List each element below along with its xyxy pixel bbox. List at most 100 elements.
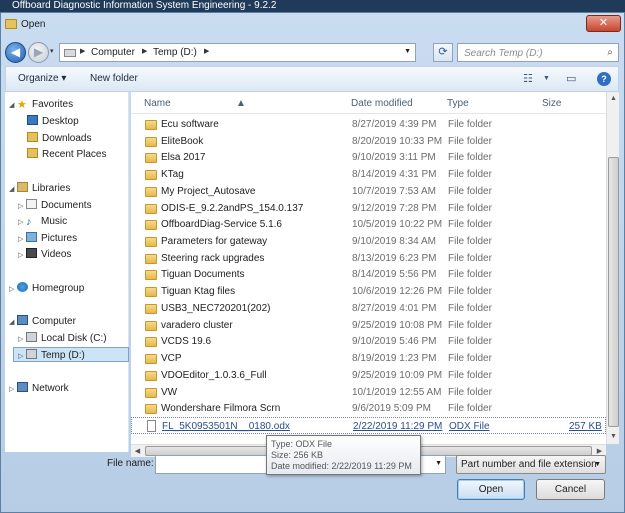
tree-favorites[interactable]: ◢ ★ Favorites [9, 97, 73, 112]
file-date: 8/27/2019 4:39 PM [352, 119, 437, 130]
file-date: 9/10/2019 5:46 PM [352, 336, 437, 348]
open-button[interactable]: Open [457, 479, 525, 500]
table-row[interactable]: FL_5K0953501N__0180.odx 2/22/2019 11:29 P… [131, 416, 606, 434]
arrow-left-icon: ◀ [10, 45, 21, 59]
folder-icon [145, 354, 157, 365]
file-date: 9/25/2019 10:08 PM [352, 319, 443, 331]
expand-icon[interactable]: ◢ [9, 315, 17, 330]
column-date-modified[interactable]: Date modified [351, 98, 413, 109]
expand-icon[interactable]: ◢ [9, 182, 17, 197]
tree-desktop[interactable]: Desktop [27, 114, 79, 129]
folder-icon [145, 253, 157, 264]
table-row[interactable]: Wondershare Filmora Scrn 9/6/2019 5:09 PM… [131, 400, 606, 417]
preview-pane-icon[interactable]: ▭ [566, 72, 576, 85]
tree-documents[interactable]: ▷ Documents [18, 198, 92, 213]
table-row[interactable]: ODIS-E_9.2.2andPS_154.0.137 9/12/2019 7:2… [131, 200, 606, 217]
help-icon[interactable]: ? [597, 72, 611, 86]
tree-downloads[interactable]: Downloads [27, 131, 91, 146]
chevron-down-icon[interactable]: ▼ [435, 460, 442, 467]
file-date: 2/22/2019 11:29 PM [353, 420, 443, 432]
breadcrumb-temp[interactable]: Temp (D:) [153, 47, 197, 58]
file-type-filter[interactable]: Part number and file extension ▼ [456, 455, 606, 474]
back-button[interactable]: ◀ [5, 42, 26, 63]
table-row[interactable]: USB3_NEC720201(202) 8/27/2019 4:01 PM File… [131, 300, 606, 317]
expand-icon[interactable]: ▷ [18, 215, 26, 230]
close-button[interactable]: ✕ [586, 15, 621, 32]
table-row[interactable]: Parameters for gateway 9/10/2019 8:34 AM F… [131, 233, 606, 250]
table-row[interactable]: Elsa 2017 9/10/2019 3:11 PM File folder [131, 149, 606, 166]
scroll-down-icon[interactable]: ▼ [607, 430, 620, 444]
address-bar[interactable]: ▶ Computer ▶ Temp (D:) ▶ ▼ [59, 43, 416, 62]
chevron-down-icon[interactable]: ▼ [543, 75, 550, 82]
chevron-right-icon[interactable]: ▶ [142, 47, 147, 55]
tree-libraries[interactable]: ◢ Libraries [9, 181, 70, 196]
forward-button[interactable]: ▶ [28, 42, 49, 63]
file-type: File folder [448, 369, 492, 381]
expand-icon[interactable]: ▷ [18, 199, 26, 214]
folder-icon [145, 303, 157, 314]
table-row[interactable]: EliteBook 8/20/2019 10:33 PM File folder [131, 133, 606, 150]
table-row[interactable]: Tiguan Ktag files 10/6/2019 12:26 PM File … [131, 283, 606, 300]
folder-icon [145, 370, 157, 381]
organize-button[interactable]: Organize ▾ [18, 73, 66, 84]
breadcrumb-computer[interactable]: Computer [91, 47, 135, 58]
table-row[interactable]: OffboardDiag-Service 5.1.6 10/5/2019 10:2… [131, 216, 606, 233]
cancel-button[interactable]: Cancel [536, 479, 605, 500]
file-icon [147, 419, 156, 432]
expand-icon[interactable]: ▷ [18, 332, 26, 347]
chevron-right-icon[interactable]: ▶ [80, 47, 85, 55]
tree-music[interactable]: ▷ ♪ Music [18, 214, 67, 229]
column-size[interactable]: Size [542, 98, 561, 109]
table-row[interactable]: My Project_Autosave 10/7/2019 7:53 AM File… [131, 183, 606, 200]
vertical-scrollbar[interactable]: ▲ ▼ [606, 92, 619, 444]
table-row[interactable]: VCDS 19.6 9/10/2019 5:46 PM File folder [131, 333, 606, 350]
column-type[interactable]: Type [447, 98, 469, 109]
expand-icon[interactable]: ▷ [18, 349, 26, 364]
search-icon: ⌕ [607, 47, 613, 58]
table-row[interactable]: Tiguan Documents 8/14/2019 5:56 PM File fo… [131, 266, 606, 283]
tree-homegroup[interactable]: ▷ Homegroup [9, 281, 84, 296]
chevron-right-icon[interactable]: ▶ [204, 47, 209, 55]
expand-icon[interactable]: ▷ [18, 232, 26, 247]
file-type: File folder [448, 135, 492, 147]
table-row[interactable]: Steering rack upgrades 8/13/2019 6:23 PM F… [131, 250, 606, 267]
tree-computer[interactable]: ◢ Computer [9, 314, 76, 329]
downloads-icon [27, 132, 38, 142]
scroll-thumb[interactable] [608, 157, 619, 427]
recent-locations-button[interactable]: ▾ [50, 47, 54, 55]
file-date: 9/10/2019 3:11 PM [352, 152, 436, 164]
recent-places-icon [27, 148, 38, 158]
column-name[interactable]: Name [144, 98, 171, 109]
scroll-left-icon[interactable]: ◀ [131, 445, 144, 458]
table-row[interactable]: VCP 8/19/2019 1:23 PM File folder [131, 350, 606, 367]
tree-recent-places[interactable]: Recent Places [27, 147, 106, 162]
view-options-icon[interactable]: ☷ [523, 72, 533, 85]
table-row[interactable]: VW 10/1/2019 12:55 AM File folder [131, 384, 606, 401]
expand-icon[interactable]: ▷ [9, 282, 17, 297]
file-type: ODX File [449, 420, 490, 432]
file-name: VCP [161, 353, 182, 365]
drive-icon [26, 349, 37, 359]
new-folder-button[interactable]: New folder [90, 73, 138, 84]
file-type: File folder [448, 302, 492, 314]
tree-videos[interactable]: ▷ Videos [18, 247, 71, 262]
table-row[interactable]: KTag 8/14/2019 4:31 PM File folder [131, 166, 606, 183]
file-name: VW [161, 386, 178, 398]
table-row[interactable]: VDOEditor_1.0.3.6_Full 9/25/2019 10:09 PM… [131, 367, 606, 384]
tree-temp[interactable]: ▷ Temp (D:) [13, 347, 129, 362]
tree-network[interactable]: ▷ Network [9, 381, 69, 396]
chevron-down-icon[interactable]: ▼ [404, 48, 411, 55]
expand-icon[interactable]: ▷ [9, 382, 17, 397]
expand-icon[interactable]: ▷ [18, 248, 26, 263]
scroll-up-icon[interactable]: ▲ [607, 92, 620, 106]
expand-icon[interactable]: ◢ [9, 98, 17, 113]
table-row[interactable]: Ecu software 8/27/2019 4:39 PM File folder [131, 116, 606, 133]
table-row[interactable]: varadero cluster 9/25/2019 10:08 PM File f… [131, 317, 606, 334]
file-name: Steering rack upgrades [161, 252, 265, 264]
tree-pictures[interactable]: ▷ Pictures [18, 231, 77, 246]
documents-icon [26, 199, 37, 209]
chevron-down-icon[interactable]: ▼ [594, 456, 601, 473]
tree-local-disk[interactable]: ▷ Local Disk (C:) [18, 331, 107, 346]
refresh-button[interactable]: ⟳ [433, 43, 453, 62]
search-input[interactable]: Search Temp (D:) ⌕ [457, 43, 619, 62]
